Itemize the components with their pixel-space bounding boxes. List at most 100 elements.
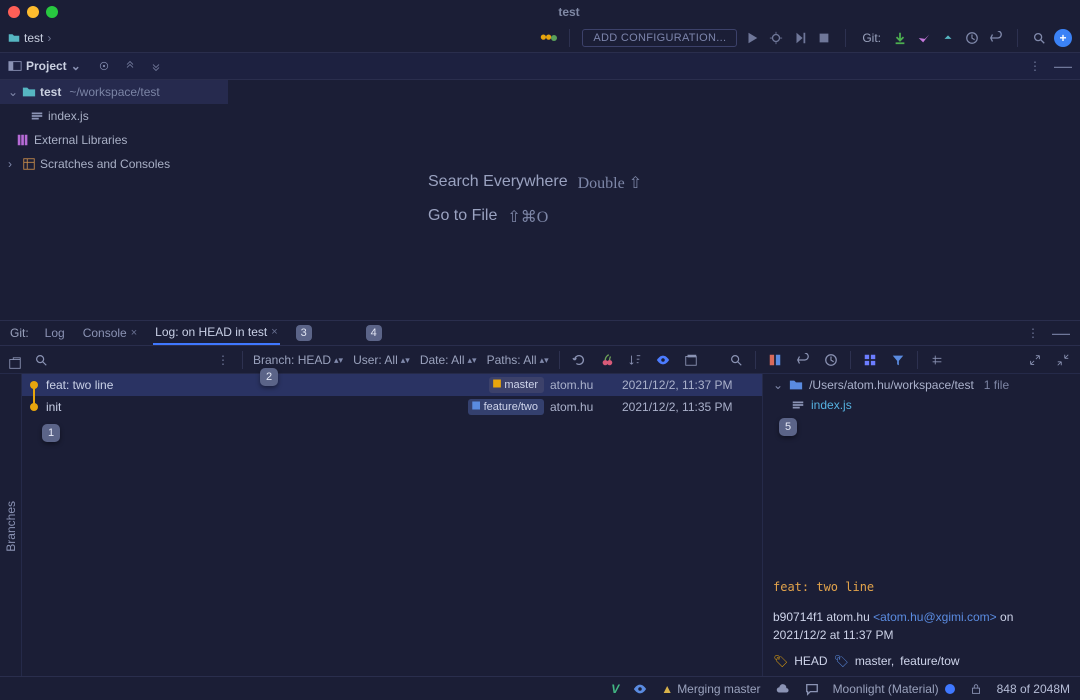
- panel-options-icon[interactable]: ⋮: [1024, 324, 1042, 342]
- tag-icon: 🏷: [834, 654, 849, 668]
- project-tool-title[interactable]: Project ⌄: [8, 59, 81, 73]
- rollback-icon[interactable]: [987, 29, 1005, 47]
- project-tool-header: Project ⌄ ⋮ —: [0, 52, 1080, 80]
- js-file-icon: [791, 398, 805, 412]
- breadcrumb[interactable]: test ›: [8, 31, 51, 45]
- commit-row[interactable]: feat: two line ⯀ master atom.hu 2021/12/…: [22, 374, 762, 396]
- filter-paths[interactable]: Paths: All▴▾: [487, 353, 549, 367]
- branch-status[interactable]: ▲ Merging master: [661, 682, 760, 696]
- commit-author: atom.hu: [550, 400, 612, 414]
- tool-options-icon[interactable]: ⋮: [1026, 57, 1044, 75]
- add-configuration-button[interactable]: ADD CONFIGURATION...: [582, 29, 737, 47]
- group-by-icon[interactable]: [861, 351, 879, 369]
- filter-icon[interactable]: [889, 351, 907, 369]
- tag-icon: ⯀: [472, 401, 481, 414]
- expand-collapse-icon[interactable]: [928, 351, 946, 369]
- search-icon[interactable]: [727, 351, 745, 369]
- badge-4: 4: [366, 325, 382, 341]
- tab-console[interactable]: Console×: [81, 322, 139, 344]
- external-libraries-label: External Libraries: [34, 133, 127, 147]
- stop-icon[interactable]: [815, 29, 833, 47]
- collapse-all-icon[interactable]: [147, 57, 165, 75]
- revert-icon[interactable]: [794, 351, 812, 369]
- expand-panel-icon[interactable]: [1026, 351, 1044, 369]
- new-tab-icon[interactable]: [8, 350, 22, 370]
- inspections-icon[interactable]: [631, 680, 649, 698]
- tree-scratches[interactable]: › Scratches and Consoles: [0, 152, 228, 176]
- refresh-icon[interactable]: [570, 351, 588, 369]
- commit-icon[interactable]: [915, 29, 933, 47]
- window-close-button[interactable]: [8, 6, 20, 18]
- select-opened-file-icon[interactable]: [95, 57, 113, 75]
- close-icon[interactable]: ×: [271, 326, 277, 338]
- git-log-toolbar: ⋮ Branch: HEAD▴▾ User: All▴▾ Date: All▴▾…: [0, 346, 1080, 374]
- badge-2: 2: [260, 368, 278, 386]
- window-zoom-button[interactable]: [46, 6, 58, 18]
- debug-icon[interactable]: [767, 29, 785, 47]
- theme-widget[interactable]: Moonlight (Material): [833, 682, 955, 696]
- lock-icon[interactable]: [967, 680, 985, 698]
- filter-branch[interactable]: Branch: HEAD▴▾: [253, 353, 343, 367]
- filter-user[interactable]: User: All▴▾: [353, 353, 410, 367]
- project-tree[interactable]: ⌄ test ~/workspace/test index.js Externa…: [0, 80, 228, 320]
- chat-icon[interactable]: [803, 680, 821, 698]
- ide-settings-icon[interactable]: +: [1054, 29, 1072, 47]
- log-search-input[interactable]: [60, 351, 204, 369]
- commit-author: atom.hu: [550, 378, 612, 392]
- tree-external-libraries[interactable]: External Libraries: [0, 128, 228, 152]
- tab-log[interactable]: Log: [43, 322, 67, 344]
- filter-date[interactable]: Date: All▴▾: [420, 353, 477, 367]
- expand-all-icon[interactable]: [121, 57, 139, 75]
- filter-options-icon[interactable]: ⋮: [214, 351, 232, 369]
- git-panel-tabs: Git: Log Console× Log: on HEAD in test× …: [0, 320, 1080, 346]
- update-project-icon[interactable]: [891, 29, 909, 47]
- run-with-coverage-icon[interactable]: [791, 29, 809, 47]
- collapse-panel-icon[interactable]: [1054, 351, 1072, 369]
- commit-row[interactable]: init ⯀ feature/two atom.hu 2021/12/2, 11…: [22, 396, 762, 418]
- code-with-me-icon[interactable]: [539, 31, 557, 45]
- status-bar: V ▲ Merging master Moonlight (Material) …: [0, 676, 1080, 700]
- ref-pill-master[interactable]: ⯀ master: [489, 377, 544, 393]
- close-icon[interactable]: ×: [131, 327, 137, 339]
- chevron-down-icon: ⌄: [773, 378, 783, 392]
- ref-pill-feature[interactable]: ⯀ feature/two: [468, 399, 544, 415]
- tab-log-head[interactable]: Log: on HEAD in test×: [153, 321, 280, 345]
- changed-file[interactable]: index.js: [791, 398, 1070, 412]
- vue-icon[interactable]: V: [611, 682, 619, 696]
- cherry-pick-icon[interactable]: [598, 351, 616, 369]
- hide-panel-icon[interactable]: —: [1052, 324, 1070, 342]
- changed-files-root[interactable]: ⌄ /Users/atom.hu/workspace/test 1 file: [773, 378, 1070, 392]
- open-new-tab-icon[interactable]: [682, 351, 700, 369]
- commit-email: <atom.hu@xgimi.com>: [873, 610, 997, 624]
- tree-root[interactable]: ⌄ test ~/workspace/test: [0, 80, 228, 104]
- search-icon[interactable]: [1030, 29, 1048, 47]
- run-icon[interactable]: [743, 29, 761, 47]
- hint-go-to-file: Go to File ⇧⌘O: [428, 207, 1080, 227]
- navigation-bar: test › ADD CONFIGURATION... Git: +: [0, 24, 1080, 52]
- notifications-icon[interactable]: [10, 680, 28, 698]
- window-minimize-button[interactable]: [27, 6, 39, 18]
- show-details-icon[interactable]: [654, 351, 672, 369]
- commit-author: atom.hu: [826, 610, 869, 624]
- cloud-icon[interactable]: [773, 680, 791, 698]
- history-icon[interactable]: [822, 351, 840, 369]
- branches-strip[interactable]: Branches: [0, 374, 22, 678]
- library-icon: [16, 133, 30, 147]
- push-icon[interactable]: [939, 29, 957, 47]
- commit-subject: feat: two line: [773, 580, 1070, 594]
- theme-color-dot: [945, 684, 955, 694]
- hide-tool-icon[interactable]: —: [1054, 57, 1072, 75]
- tree-root-path: ~/workspace/test: [69, 85, 159, 99]
- git-panel-label: Git:: [10, 326, 29, 340]
- history-icon[interactable]: [963, 29, 981, 47]
- memory-indicator[interactable]: 848 of 2048M: [997, 682, 1070, 696]
- tree-file-index[interactable]: index.js: [0, 104, 228, 128]
- graph-edge: [33, 384, 35, 406]
- commit-list[interactable]: feat: two line ⯀ master atom.hu 2021/12/…: [22, 374, 762, 678]
- diff-icon[interactable]: [766, 351, 784, 369]
- commit-date: 2021/12/2, 11:37 PM: [622, 378, 762, 392]
- commit-date: 2021/12/2, 11:35 PM: [622, 400, 762, 414]
- search-icon[interactable]: [32, 351, 50, 369]
- intellisort-icon[interactable]: [626, 351, 644, 369]
- tree-file-label: index.js: [48, 109, 89, 123]
